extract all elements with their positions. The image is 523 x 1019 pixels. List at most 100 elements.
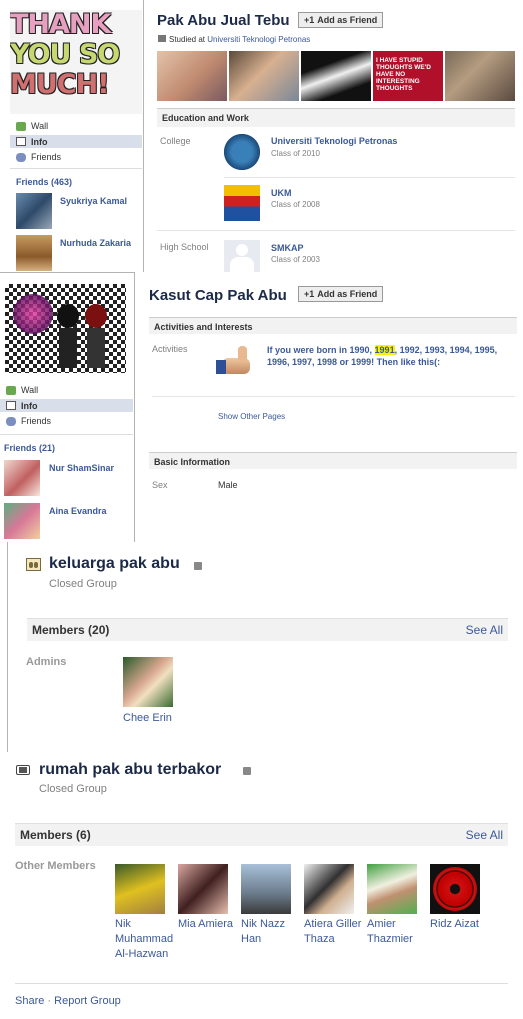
sharingan-icon: [433, 867, 477, 911]
school-name-1[interactable]: Universiti Teknologi Petronas: [271, 136, 397, 146]
friend-name-1[interactable]: Syukriya Kamal: [60, 196, 127, 206]
info-icon: [16, 137, 26, 146]
photo-strip-4[interactable]: I HAVE STUPID THOUGHTS WE'D HAVE NO INTE…: [373, 51, 443, 101]
nav-info-label: Info: [21, 400, 38, 411]
friend-photo-2[interactable]: [4, 503, 40, 539]
nav-info[interactable]: Info: [10, 135, 142, 148]
school-placeholder-icon[interactable]: [224, 240, 260, 272]
member-photo-4[interactable]: [304, 864, 354, 914]
profile-picture[interactable]: [5, 284, 126, 373]
see-all-link[interactable]: See All: [466, 623, 503, 637]
admin-name[interactable]: Chee Erin: [123, 711, 172, 726]
add-friend-label: Add as Friend: [317, 289, 378, 299]
members-header: Members (6): [20, 828, 91, 842]
group-icon-person-1: [29, 562, 33, 568]
school-sub-1: Class of 2010: [271, 149, 320, 158]
group-type: Closed Group: [39, 783, 107, 795]
column-divider: [134, 272, 135, 542]
member-name-1[interactable]: Nik Muhammad Al-Hazwan: [115, 917, 175, 962]
activity-highlight: 1991: [374, 345, 395, 355]
divider: [0, 434, 133, 435]
member-photo-1[interactable]: [115, 864, 165, 914]
photo-strip-2[interactable]: [229, 51, 299, 101]
school-name-3[interactable]: SMKAP: [271, 243, 304, 253]
other-members-label: Other Members: [15, 860, 96, 872]
school-name-2[interactable]: UKM: [271, 188, 292, 198]
member-name-2[interactable]: Mia Amiera: [178, 917, 238, 932]
info-icon: [6, 401, 16, 410]
friend-name-2[interactable]: Aina Evandra: [49, 506, 107, 516]
member-name-6[interactable]: Ridz Aizat: [430, 917, 485, 932]
divider: [224, 177, 515, 178]
members-bar: Members (20) See All: [27, 618, 508, 641]
nav-info[interactable]: Info: [0, 399, 133, 412]
college-label: College: [160, 136, 191, 146]
nav-friends[interactable]: Friends: [16, 151, 140, 163]
activity-page-link[interactable]: If you were born in 1990, 1991, 1992, 19…: [267, 344, 507, 368]
thumb-sleeve: [216, 360, 226, 374]
profile-section-2: Wall Info Friends Friends (21) Nur ShamS…: [0, 272, 523, 542]
ukm-logo[interactable]: [224, 185, 260, 221]
sex-label: Sex: [152, 480, 168, 490]
studied-at-link[interactable]: Universiti Teknologi Petronas: [207, 35, 310, 44]
nav-wall[interactable]: Wall: [16, 120, 140, 132]
education-header: Education and Work: [157, 108, 515, 127]
admins-label: Admins: [26, 656, 67, 668]
basic-info-header: Basic Information: [149, 452, 517, 469]
group-type: Closed Group: [49, 578, 117, 590]
divider: [157, 230, 515, 231]
friend-photo-1[interactable]: [4, 460, 40, 496]
pic-body-2: [87, 328, 105, 368]
member-name-3[interactable]: Nik Nazz Han: [241, 917, 299, 947]
add-friend-button[interactable]: +1 Add as Friend: [298, 12, 384, 28]
member-name-5[interactable]: Amier Thazmier: [367, 917, 422, 947]
add-friend-icon: +1: [304, 289, 315, 299]
nav-friends[interactable]: Friends: [6, 415, 130, 427]
pic-body-1: [59, 328, 77, 368]
avatar-body-shape: [230, 257, 254, 272]
nav-friends-label: Friends: [31, 152, 62, 162]
profile-picture[interactable]: THANK YOU SO MUCH!: [10, 10, 142, 114]
friend-photo-1[interactable]: [16, 193, 52, 229]
admin-photo[interactable]: [123, 657, 173, 707]
pic-char-1: [57, 304, 79, 328]
thumbs-up-icon[interactable]: [216, 342, 256, 380]
member-photo-3[interactable]: [241, 864, 291, 914]
member-photo-5[interactable]: [367, 864, 417, 914]
column-divider: [143, 0, 144, 272]
friends-header[interactable]: Friends (463): [16, 177, 72, 187]
friend-name-1[interactable]: Nur ShamSinar: [49, 463, 114, 473]
studied-at: Studied at Universiti Teknologi Petronas: [158, 35, 310, 44]
profile-name: Pak Abu Jual Tebu: [157, 12, 290, 29]
member-photo-2[interactable]: [178, 864, 228, 914]
utp-logo[interactable]: [224, 134, 260, 170]
pic-char-2: [85, 304, 107, 328]
nav-info-label: Info: [31, 136, 48, 147]
friend-photo-2[interactable]: [16, 235, 52, 271]
photo-strip-1[interactable]: [157, 51, 227, 101]
profile-pic-text-1: THANK: [10, 10, 111, 40]
divider: [10, 168, 142, 169]
add-friend-icon: +1: [304, 15, 315, 25]
nav-wall-label: Wall: [21, 385, 39, 395]
divider: [0, 272, 134, 273]
friend-name-2[interactable]: Nurhuda Zakaria: [60, 238, 131, 248]
report-group-link[interactable]: Report Group: [54, 995, 121, 1007]
nav-wall-label: Wall: [31, 121, 49, 131]
school-sub-3: Class of 2003: [271, 255, 320, 264]
add-friend-button[interactable]: +1 Add as Friend: [298, 286, 384, 302]
members-header: Members (20): [32, 623, 110, 637]
friends-header[interactable]: Friends (21): [4, 443, 55, 453]
nav-wall[interactable]: Wall: [6, 384, 130, 396]
member-photo-6[interactable]: [430, 864, 480, 914]
group-section-1: keluarga pak abu Closed Group Members (2…: [0, 542, 523, 752]
photo-strip-3[interactable]: [301, 51, 371, 101]
show-other-pages-link[interactable]: Show Other Pages: [218, 412, 285, 421]
footer-links: Share · Report Group: [15, 995, 121, 1007]
see-all-link[interactable]: See All: [466, 828, 503, 842]
member-name-4[interactable]: Atiera Giller Thaza: [304, 917, 364, 947]
photo-strip-5[interactable]: [445, 51, 515, 101]
share-link[interactable]: Share: [15, 995, 44, 1007]
activities-header: Activities and Interests: [149, 317, 517, 334]
school-sub-2: Class of 2008: [271, 200, 320, 209]
